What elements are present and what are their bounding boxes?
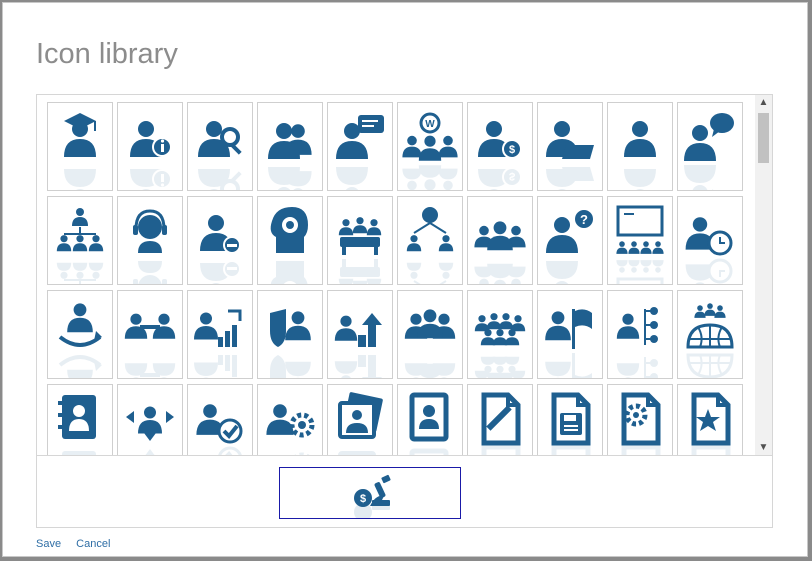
icon-tile[interactable] xyxy=(117,102,183,191)
org-chart-icon xyxy=(56,208,104,284)
network-people-icon xyxy=(406,207,454,284)
icon-tile[interactable] xyxy=(257,384,323,455)
icon-tile[interactable] xyxy=(537,102,603,191)
two-people-icon xyxy=(268,123,312,190)
presentation-board-icon xyxy=(616,205,664,284)
meeting-table-icon xyxy=(338,217,382,284)
icon-tile[interactable] xyxy=(607,290,673,379)
people-handshake-icon xyxy=(124,313,176,378)
person-growth-chart-icon xyxy=(194,309,242,378)
svg-text:?: ? xyxy=(580,212,588,227)
dialog-title: Icon library xyxy=(36,38,178,70)
icon-tile[interactable] xyxy=(257,102,323,191)
graduate-icon xyxy=(64,113,96,190)
icon-tile[interactable] xyxy=(187,102,253,191)
person-check-icon xyxy=(196,404,243,455)
icon-tile[interactable]: ?? xyxy=(537,196,603,285)
icon-tile[interactable] xyxy=(397,196,463,285)
head-gear-icon xyxy=(270,207,308,284)
icon-tile[interactable] xyxy=(537,290,603,379)
icon-tile[interactable] xyxy=(327,196,393,285)
icon-library-dialog: Icon library WW$$?? ▲ ▼ $ xyxy=(2,2,808,557)
icon-tile[interactable] xyxy=(397,290,463,379)
icon-tile[interactable] xyxy=(607,384,673,455)
icon-tile[interactable] xyxy=(117,196,183,285)
contact-book-icon xyxy=(58,395,96,455)
scrollbar-thumb[interactable] xyxy=(758,113,769,163)
icon-tile[interactable] xyxy=(257,196,323,285)
document-edit-icon xyxy=(481,392,521,455)
icon-tile[interactable] xyxy=(187,384,253,455)
icon-tile[interactable] xyxy=(187,196,253,285)
icon-tile[interactable] xyxy=(677,384,743,455)
career-growth-icon xyxy=(334,313,382,378)
icon-tile[interactable] xyxy=(467,384,533,455)
person-question-icon: ?? xyxy=(546,208,595,284)
person-directions-icon xyxy=(126,406,174,455)
business-team-icon xyxy=(404,309,456,378)
icon-tile[interactable] xyxy=(187,290,253,379)
person-speech-icon xyxy=(336,115,384,190)
icon-grid-viewport: WW$$?? ▲ ▼ xyxy=(37,95,772,456)
person-settings-icon xyxy=(266,404,315,455)
address-book-icon xyxy=(409,392,449,455)
icon-tile[interactable] xyxy=(607,102,673,191)
svg-text:$: $ xyxy=(509,170,515,182)
person-shield-icon xyxy=(270,309,311,378)
person-comment-icon xyxy=(684,113,734,190)
person-flag-icon xyxy=(545,309,592,378)
vertical-scrollbar[interactable]: ▲ ▼ xyxy=(755,95,772,455)
icon-tile[interactable] xyxy=(47,290,113,379)
icon-grid: WW$$?? xyxy=(47,102,743,455)
icon-tile[interactable] xyxy=(327,290,393,379)
headset-support-icon xyxy=(133,209,167,284)
icon-tile[interactable] xyxy=(327,102,393,191)
crowd-icon xyxy=(474,313,526,378)
person-cycle-icon xyxy=(58,303,102,378)
icon-tile[interactable] xyxy=(467,290,533,379)
scroll-up-arrow-icon[interactable]: ▲ xyxy=(755,95,772,111)
scroll-down-arrow-icon[interactable]: ▼ xyxy=(755,440,772,455)
person-money-icon: $$ xyxy=(478,121,522,190)
icon-tile[interactable] xyxy=(677,102,743,191)
icon-tile[interactable]: WW xyxy=(397,102,463,191)
svg-text:W: W xyxy=(425,119,435,130)
document-settings-icon xyxy=(621,392,661,455)
document-star-icon xyxy=(691,392,731,455)
icon-tile[interactable] xyxy=(47,196,113,285)
icon-library-panel: WW$$?? ▲ ▼ $ xyxy=(36,94,773,528)
icon-tile[interactable] xyxy=(677,196,743,285)
photo-gallery-icon xyxy=(338,392,383,455)
icon-tile[interactable] xyxy=(327,384,393,455)
svg-text:$: $ xyxy=(509,144,515,156)
team-group-icon xyxy=(474,221,526,284)
icon-tile[interactable] xyxy=(397,384,463,455)
icon-tile[interactable] xyxy=(47,384,113,455)
save-link[interactable]: Save xyxy=(36,538,61,550)
icon-tile[interactable] xyxy=(257,290,323,379)
icon-tile[interactable] xyxy=(677,290,743,379)
cancel-link[interactable]: Cancel xyxy=(76,538,110,550)
person-search-icon xyxy=(198,121,242,190)
global-team-icon xyxy=(686,303,734,378)
idea-group-icon: WW xyxy=(402,112,458,190)
money-microscope-icon: $ xyxy=(354,474,391,518)
icon-tile[interactable] xyxy=(117,290,183,379)
selected-icon-preview[interactable]: $ xyxy=(279,467,461,519)
icon-tile[interactable] xyxy=(467,196,533,285)
person-remove-icon xyxy=(200,215,241,284)
icon-tile[interactable] xyxy=(117,384,183,455)
icon-tile[interactable]: $ $ xyxy=(467,102,533,191)
person-laptop-icon xyxy=(546,121,594,190)
person-info-icon xyxy=(130,121,172,190)
person-clock-icon xyxy=(685,217,733,284)
dialog-footer: Save Cancel xyxy=(36,538,122,550)
icon-tile[interactable] xyxy=(537,384,603,455)
icon-tile[interactable] xyxy=(607,196,673,285)
person-hierarchy-icon xyxy=(616,307,658,378)
icon-tile[interactable] xyxy=(47,102,113,191)
person-icon xyxy=(624,121,656,190)
document-save-icon xyxy=(551,392,591,455)
